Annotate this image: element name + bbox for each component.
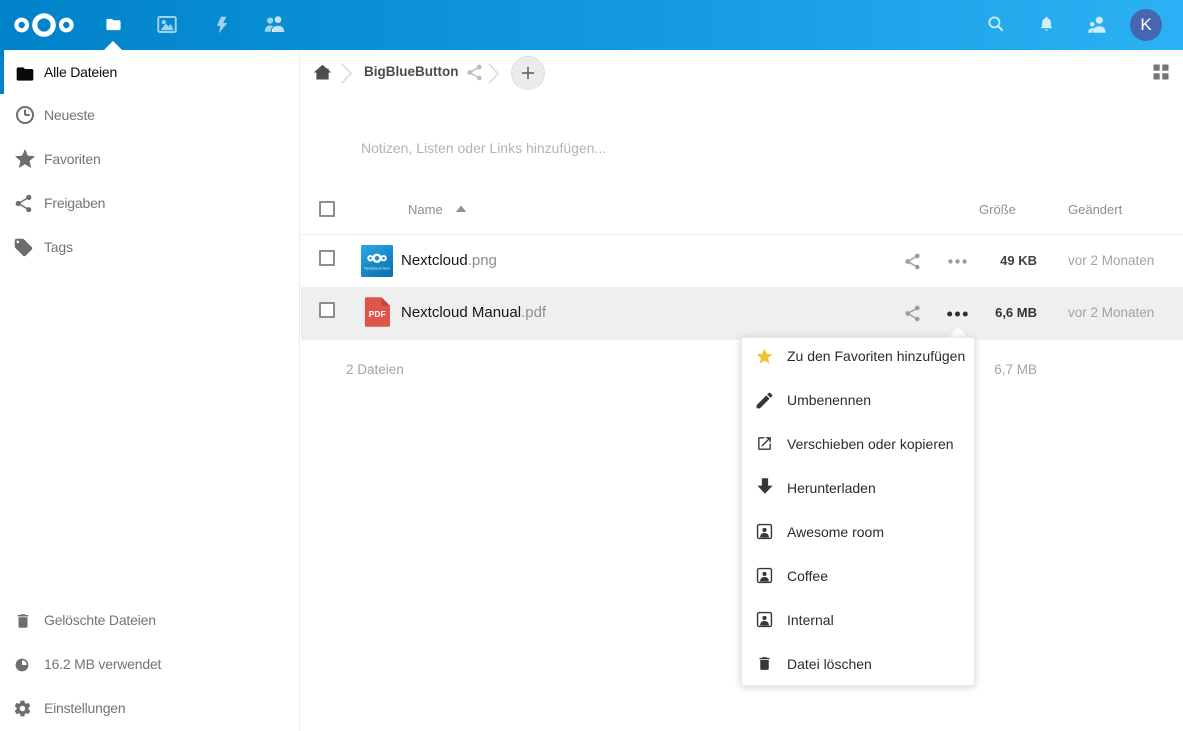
svg-text:PDF: PDF <box>369 310 386 319</box>
svg-text:Nextcloud Hub: Nextcloud Hub <box>364 266 390 271</box>
